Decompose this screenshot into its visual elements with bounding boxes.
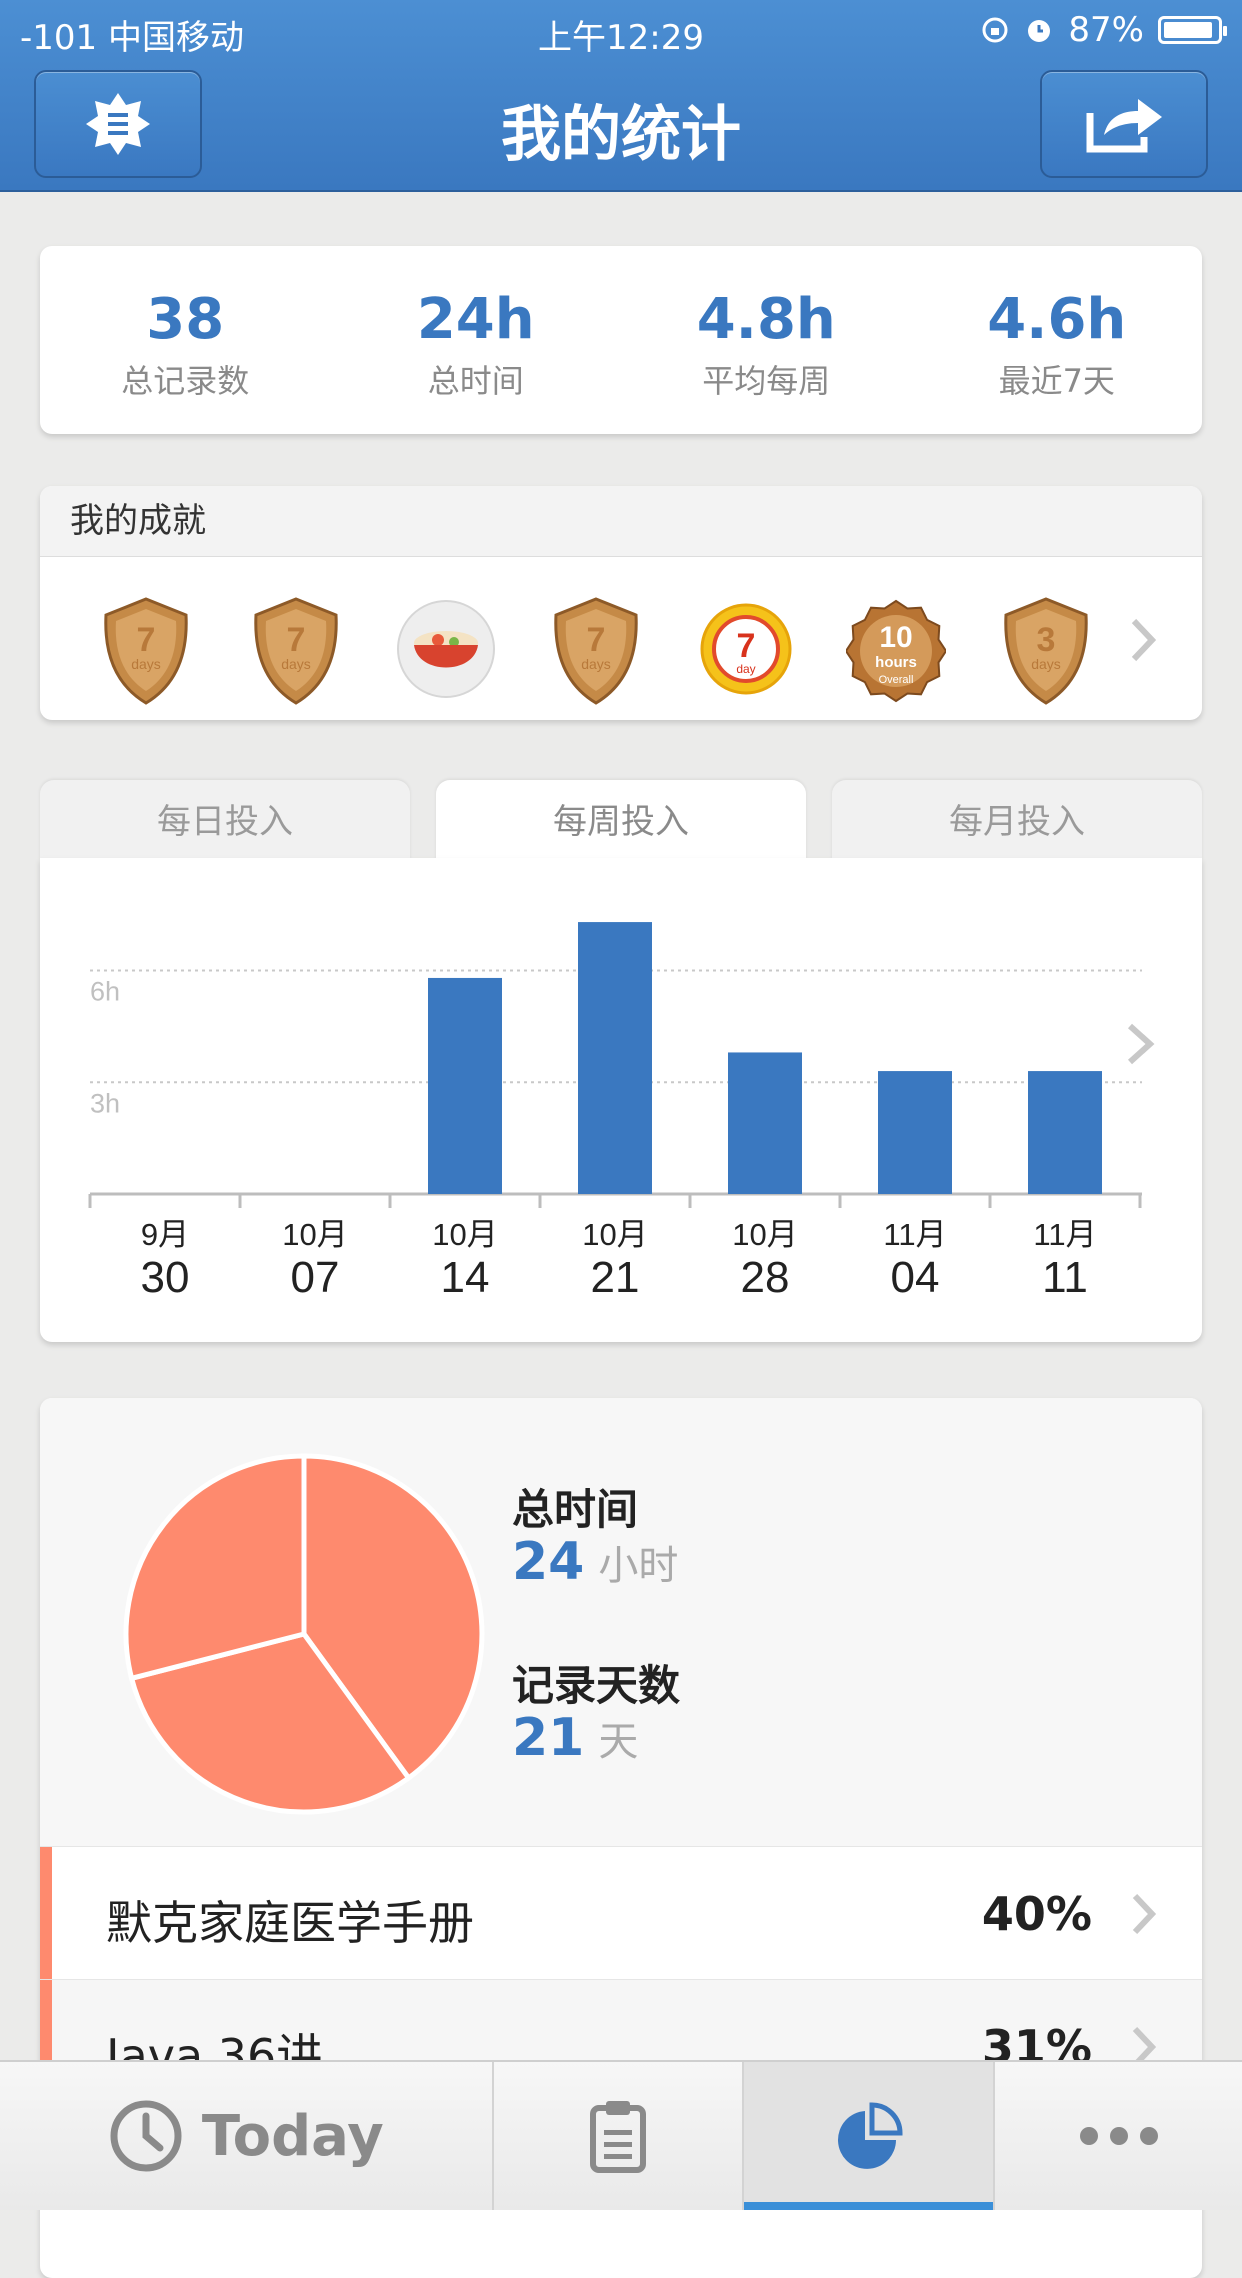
bar xyxy=(1028,1071,1102,1194)
badge-extra: Overall xyxy=(879,674,914,686)
tab-today[interactable]: Today xyxy=(0,2062,494,2210)
tab-more[interactable] xyxy=(995,2062,1242,2210)
summary-value: 38 xyxy=(146,287,225,352)
x-tick-month: 9月 xyxy=(141,1217,189,1252)
nav-bar: -101 中国移动 上午12:29 87% 我的统计 xyxy=(0,0,1242,192)
status-bar: -101 中国移动 上午12:29 87% xyxy=(0,0,1242,60)
summary-label: 最近7天 xyxy=(998,362,1115,400)
x-tick-day: 30 xyxy=(141,1253,190,1302)
bar xyxy=(728,1052,802,1194)
total-time-value: 24 小时 xyxy=(512,1532,678,1592)
summary-label: 总记录数 xyxy=(121,362,250,400)
record-days-value: 21 天 xyxy=(512,1708,638,1768)
alarm-icon xyxy=(1028,20,1051,42)
pie-chart-icon xyxy=(837,2102,903,2169)
summary-card: 38 总记录数 24h 总时间 4.8h 平均每周 4.6h 最近7天 xyxy=(40,246,1202,434)
tab-daily[interactable]: 每日投入 xyxy=(40,780,410,860)
badge-unit: hours xyxy=(875,654,917,671)
achievement-badge[interactable]: 7days xyxy=(246,595,346,707)
achievement-badge[interactable]: 3days xyxy=(996,595,1096,707)
record-days-number: 21 xyxy=(512,1708,585,1768)
badge-number: 7 xyxy=(587,621,606,659)
badge-number: 7 xyxy=(737,627,756,665)
badge-number: 3 xyxy=(1037,621,1056,659)
badge-unit: days xyxy=(281,656,311,672)
chevron-right-icon xyxy=(1132,1893,1157,1935)
battery-percent: 87% xyxy=(1068,10,1144,50)
x-tick-month: 11月 xyxy=(883,1217,946,1252)
color-stripe xyxy=(40,1847,52,1979)
summary-last-7-days: 4.6h 最近7天 xyxy=(912,246,1203,434)
badge-unit: day xyxy=(736,662,755,676)
y-tick-label: 3h xyxy=(90,1088,120,1118)
bottom-tab-bar: Today xyxy=(0,2060,1242,2210)
badge-number: 7 xyxy=(287,621,306,659)
record-days-label: 记录天数 xyxy=(512,1661,681,1710)
badge-number: 10 xyxy=(879,621,912,654)
badge-unit: days xyxy=(131,656,161,672)
book-percent: 40% xyxy=(981,1887,1092,1941)
y-tick-label: 6h xyxy=(90,977,120,1007)
tab-monthly[interactable]: 每月投入 xyxy=(832,780,1202,860)
summary-value: 24h xyxy=(416,287,535,352)
x-tick-month: 11月 xyxy=(1033,1217,1096,1252)
total-time-number: 24 xyxy=(512,1532,585,1592)
x-tick-day: 04 xyxy=(891,1253,940,1302)
x-tick-month: 10月 xyxy=(282,1217,347,1252)
weekly-bar-chart: 6h3h9月3010月0710月1410月2110月2811月0411月11 xyxy=(88,922,1155,1302)
status-right: 87% xyxy=(980,10,1227,50)
achievements-row[interactable]: 3 days 10 hours Overall 7 day 7 days 7 days 7 days xyxy=(40,557,1202,720)
share-icon xyxy=(1086,99,1162,153)
total-time-label: 总时间 xyxy=(512,1485,639,1534)
book-name: 默克家庭医学手册 xyxy=(106,1896,474,1950)
bar xyxy=(428,977,502,1194)
x-tick-day: 07 xyxy=(291,1253,340,1302)
tab-today-label: Today xyxy=(201,2103,384,2169)
achievement-badge[interactable] xyxy=(396,595,496,707)
x-tick-day: 28 xyxy=(741,1253,790,1302)
share-button[interactable] xyxy=(1040,70,1208,178)
chevron-right-icon[interactable] xyxy=(1127,1023,1155,1065)
clock-icon xyxy=(110,2100,182,2172)
rotation-lock-icon xyxy=(982,17,1008,43)
summary-label: 平均每周 xyxy=(702,362,831,400)
bar xyxy=(578,922,652,1194)
badge-number: 7 xyxy=(137,621,156,659)
tab-records[interactable] xyxy=(494,2062,745,2210)
weekly-chart-card: 6h 3h 9月 30 10月 07 10月 14 10月 21 10月 28 11月 04 11月 11 xyxy=(40,858,1202,1342)
battery-icon xyxy=(1158,16,1227,44)
achievements-title: 我的成就 xyxy=(40,486,1202,557)
summary-total-time: 24h 总时间 xyxy=(331,246,622,434)
summary-value: 4.8h xyxy=(696,287,836,352)
summary-total-records: 38 总记录数 xyxy=(40,246,331,434)
more-icon xyxy=(1079,2127,1158,2145)
achievements-card[interactable]: 我的成就 3 days 10 hours Overall 7 day 7 days 7 days 7 d… xyxy=(40,486,1202,720)
x-tick-month: 10月 xyxy=(582,1217,647,1252)
x-tick-day: 21 xyxy=(591,1253,640,1302)
tab-statistics[interactable] xyxy=(744,2062,996,2210)
achievement-badge[interactable]: 7days xyxy=(96,595,196,707)
badge-unit: days xyxy=(1031,656,1061,672)
badge-unit: days xyxy=(581,656,611,672)
achievement-badge[interactable]: 7days xyxy=(546,595,646,707)
achievement-badge[interactable]: 7day xyxy=(696,595,796,707)
summary-weekly-average: 4.8h 平均每周 xyxy=(621,246,912,434)
achievement-badge[interactable]: 10hours Overall xyxy=(846,595,946,707)
x-tick-month: 10月 xyxy=(732,1217,797,1252)
book-pie-chart xyxy=(123,1453,485,1815)
summary-value: 4.6h xyxy=(987,287,1127,352)
chevron-right-icon[interactable] xyxy=(1128,615,1158,665)
total-time-unit: 小时 xyxy=(598,1543,679,1589)
x-tick-day: 11 xyxy=(1042,1253,1088,1302)
x-tick-day: 14 xyxy=(441,1253,490,1302)
x-tick-month: 10月 xyxy=(432,1217,497,1252)
record-days-unit: 天 xyxy=(598,1719,639,1765)
bar xyxy=(878,1071,952,1194)
clipboard-icon xyxy=(590,2101,646,2173)
tab-weekly[interactable]: 每周投入 xyxy=(436,780,806,860)
summary-label: 总时间 xyxy=(427,362,524,400)
list-item[interactable]: 默克家庭医学手册 40% xyxy=(40,1846,1202,1979)
distribution-summary: 总时间 24 小时 记录天数 21 天 xyxy=(40,1398,1202,1846)
active-tab-indicator xyxy=(744,2202,994,2210)
